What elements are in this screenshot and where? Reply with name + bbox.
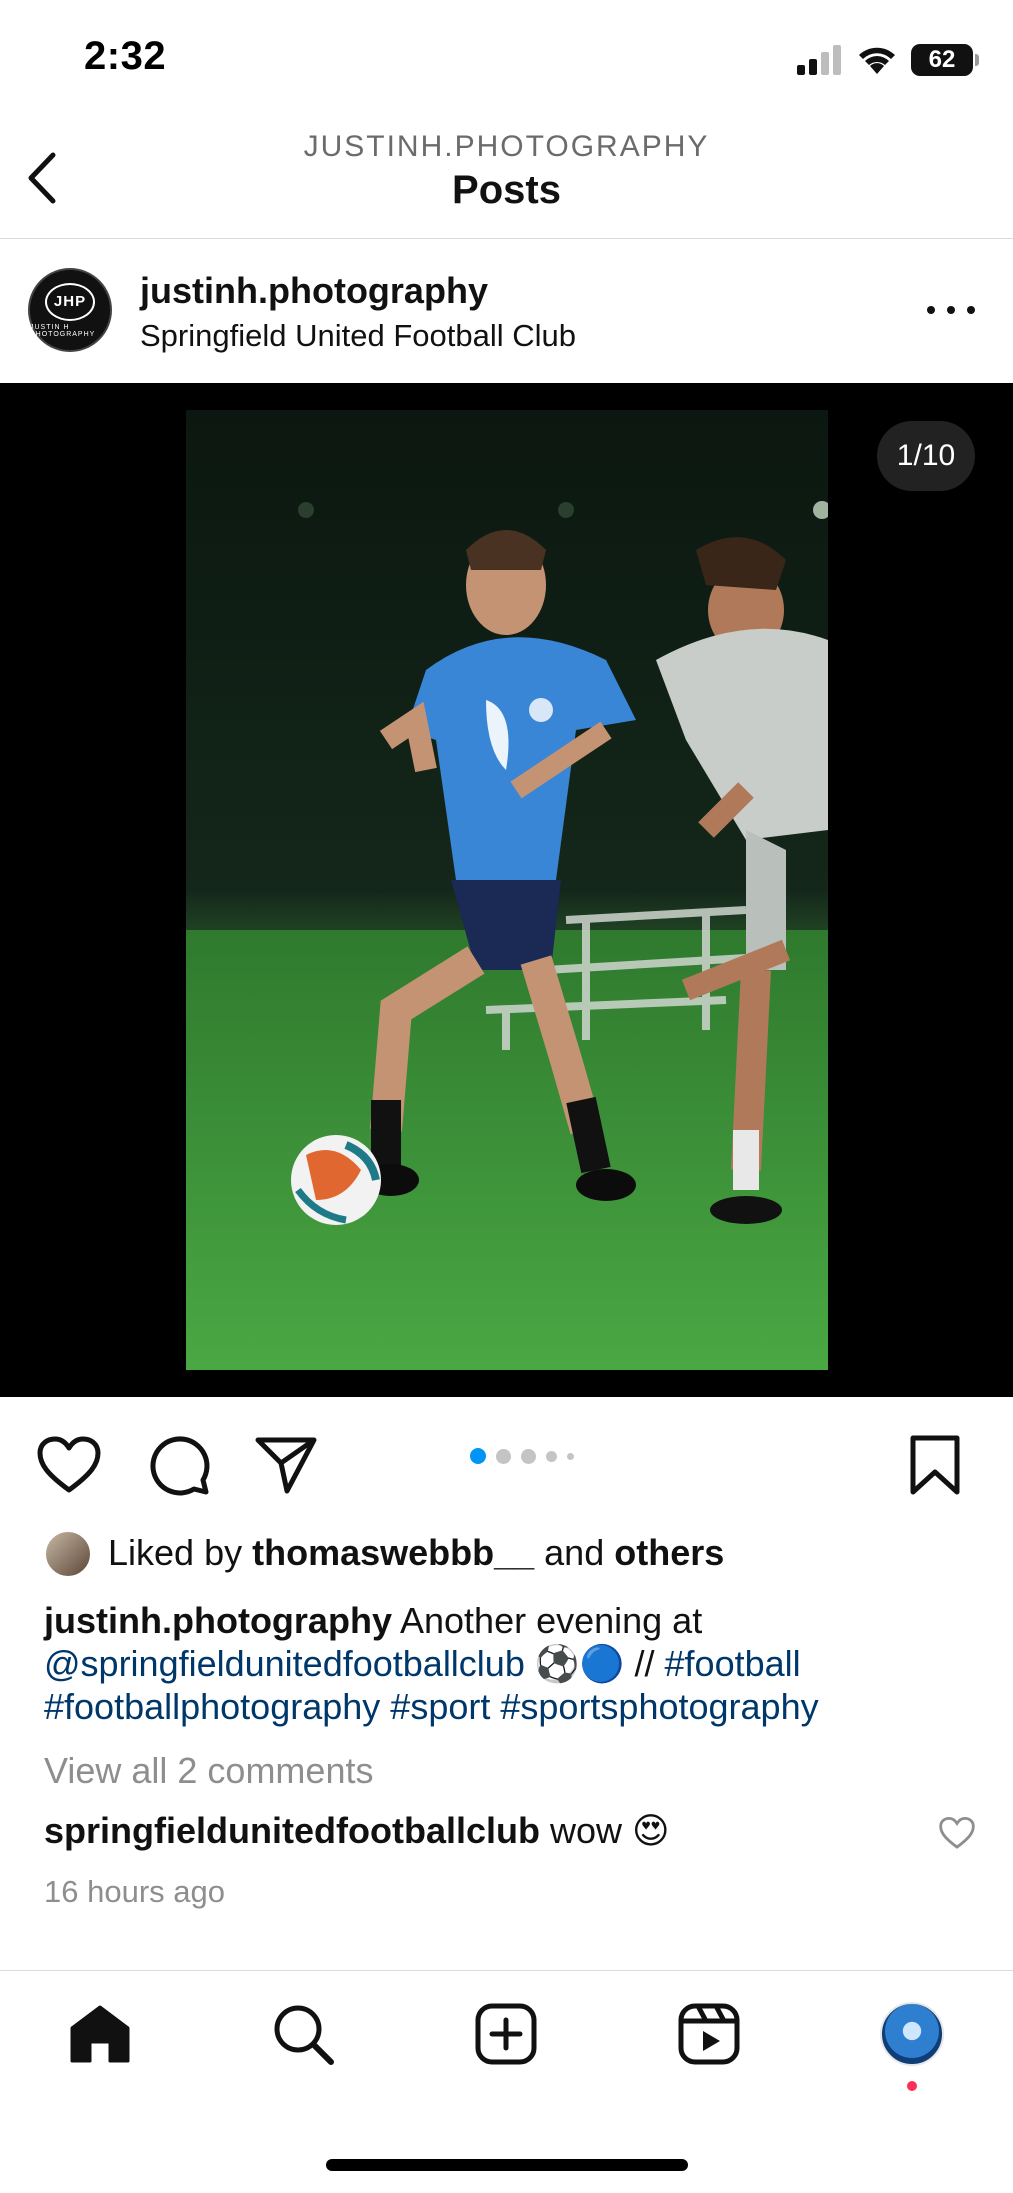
likes-others[interactable]: others <box>614 1532 724 1573</box>
wifi-icon <box>859 47 895 74</box>
liker-avatar[interactable] <box>44 1530 92 1578</box>
media-counter: 1/10 <box>877 421 975 491</box>
tab-search[interactable] <box>265 1996 341 2072</box>
battery-icon: 62 <box>911 44 979 76</box>
hashtag-sport[interactable]: #sport <box>390 1686 490 1727</box>
like-button[interactable] <box>34 1430 104 1500</box>
share-button[interactable] <box>251 1430 321 1500</box>
more-dot <box>967 306 975 314</box>
view-all-comments[interactable]: View all 2 comments <box>44 1750 373 1792</box>
tab-create[interactable] <box>468 1996 544 2072</box>
carousel-dot <box>567 1452 574 1460</box>
more-dot <box>927 306 935 314</box>
share-icon <box>255 1437 317 1494</box>
likes-prefix: Liked by <box>108 1532 253 1573</box>
status-icons: 62 <box>797 38 979 82</box>
carousel-dot <box>470 1448 486 1464</box>
post-username[interactable]: justinh.photography <box>140 270 488 312</box>
comment-like-button[interactable] <box>939 1816 975 1852</box>
more-dot <box>947 306 955 314</box>
caption-text: Another evening at <box>391 1600 703 1641</box>
battery-level: 62 <box>928 46 956 73</box>
create-icon <box>475 2003 537 2065</box>
comment-icon <box>150 1436 210 1496</box>
comment-username[interactable]: springfieldunitedfootballclub <box>44 1810 540 1851</box>
save-button[interactable] <box>900 1430 970 1500</box>
avatar-logo-text: JHP <box>53 293 87 310</box>
home-icon <box>70 2005 130 2063</box>
page-title: Posts <box>452 168 561 212</box>
hashtag-football[interactable]: #football <box>665 1643 801 1684</box>
tabbar-divider <box>0 1970 1013 1971</box>
jhp-logo-icon: JHP <box>45 282 95 321</box>
hashtag-footballphotography[interactable]: #footballphotography <box>44 1686 380 1727</box>
home-indicator[interactable] <box>326 2159 688 2171</box>
reels-icon <box>678 2003 740 2065</box>
post-photo[interactable] <box>186 410 828 1370</box>
carousel-indicator <box>470 1448 574 1464</box>
likes-line[interactable]: Liked by thomaswebbb__ and others <box>108 1532 724 1574</box>
signal-icon <box>797 45 841 75</box>
avatar-logo-subtext: JUSTIN H PHOTOGRAPHY <box>30 323 96 338</box>
likes-middle: and <box>534 1532 615 1573</box>
tab-profile[interactable] <box>874 1996 950 2072</box>
comment-text: wow 😍 <box>539 1810 670 1851</box>
caption-line-3: #footballphotography #sport #sportsphoto… <box>44 1686 819 1728</box>
tab-reels[interactable] <box>671 1996 747 2072</box>
notification-dot <box>907 2081 917 2091</box>
caption-line-2: @springfieldunitedfootballclub ⚽🔵 // #fo… <box>44 1643 801 1685</box>
heart-icon <box>939 1816 975 1849</box>
liker-username[interactable]: thomaswebbb__ <box>252 1532 534 1573</box>
carousel-dot <box>496 1448 511 1464</box>
tab-home[interactable] <box>62 1996 138 2072</box>
bookmark-icon <box>910 1435 960 1495</box>
heart-icon <box>37 1436 101 1493</box>
caption-line-1: justinh.photography Another evening at <box>44 1600 702 1642</box>
carousel-dot <box>521 1448 536 1464</box>
search-icon <box>274 2005 334 2065</box>
post-location[interactable]: Springfield United Football Club <box>140 318 576 354</box>
caption-username[interactable]: justinh.photography <box>44 1600 392 1641</box>
header-divider <box>0 238 1013 239</box>
comment-button[interactable] <box>144 1430 214 1500</box>
football-photo-image <box>186 410 828 1370</box>
header-subtitle: JUSTINH.PHOTOGRAPHY <box>303 130 710 163</box>
status-time: 2:32 <box>84 34 167 78</box>
hashtag-sportsphotography[interactable]: #sportsphotography <box>500 1686 818 1727</box>
more-options-button[interactable] <box>927 290 975 330</box>
caption-emojis: ⚽🔵 // <box>524 1643 665 1684</box>
profile-avatar <box>880 2002 944 2066</box>
carousel-dot <box>546 1450 557 1462</box>
caption-mention[interactable]: @springfieldunitedfootballclub <box>44 1643 525 1684</box>
comment-line: springfieldunitedfootballclub wow 😍 <box>44 1810 670 1852</box>
post-timestamp: 16 hours ago <box>44 1874 225 1909</box>
profile-avatar[interactable]: JHP JUSTIN H PHOTOGRAPHY <box>28 268 112 352</box>
